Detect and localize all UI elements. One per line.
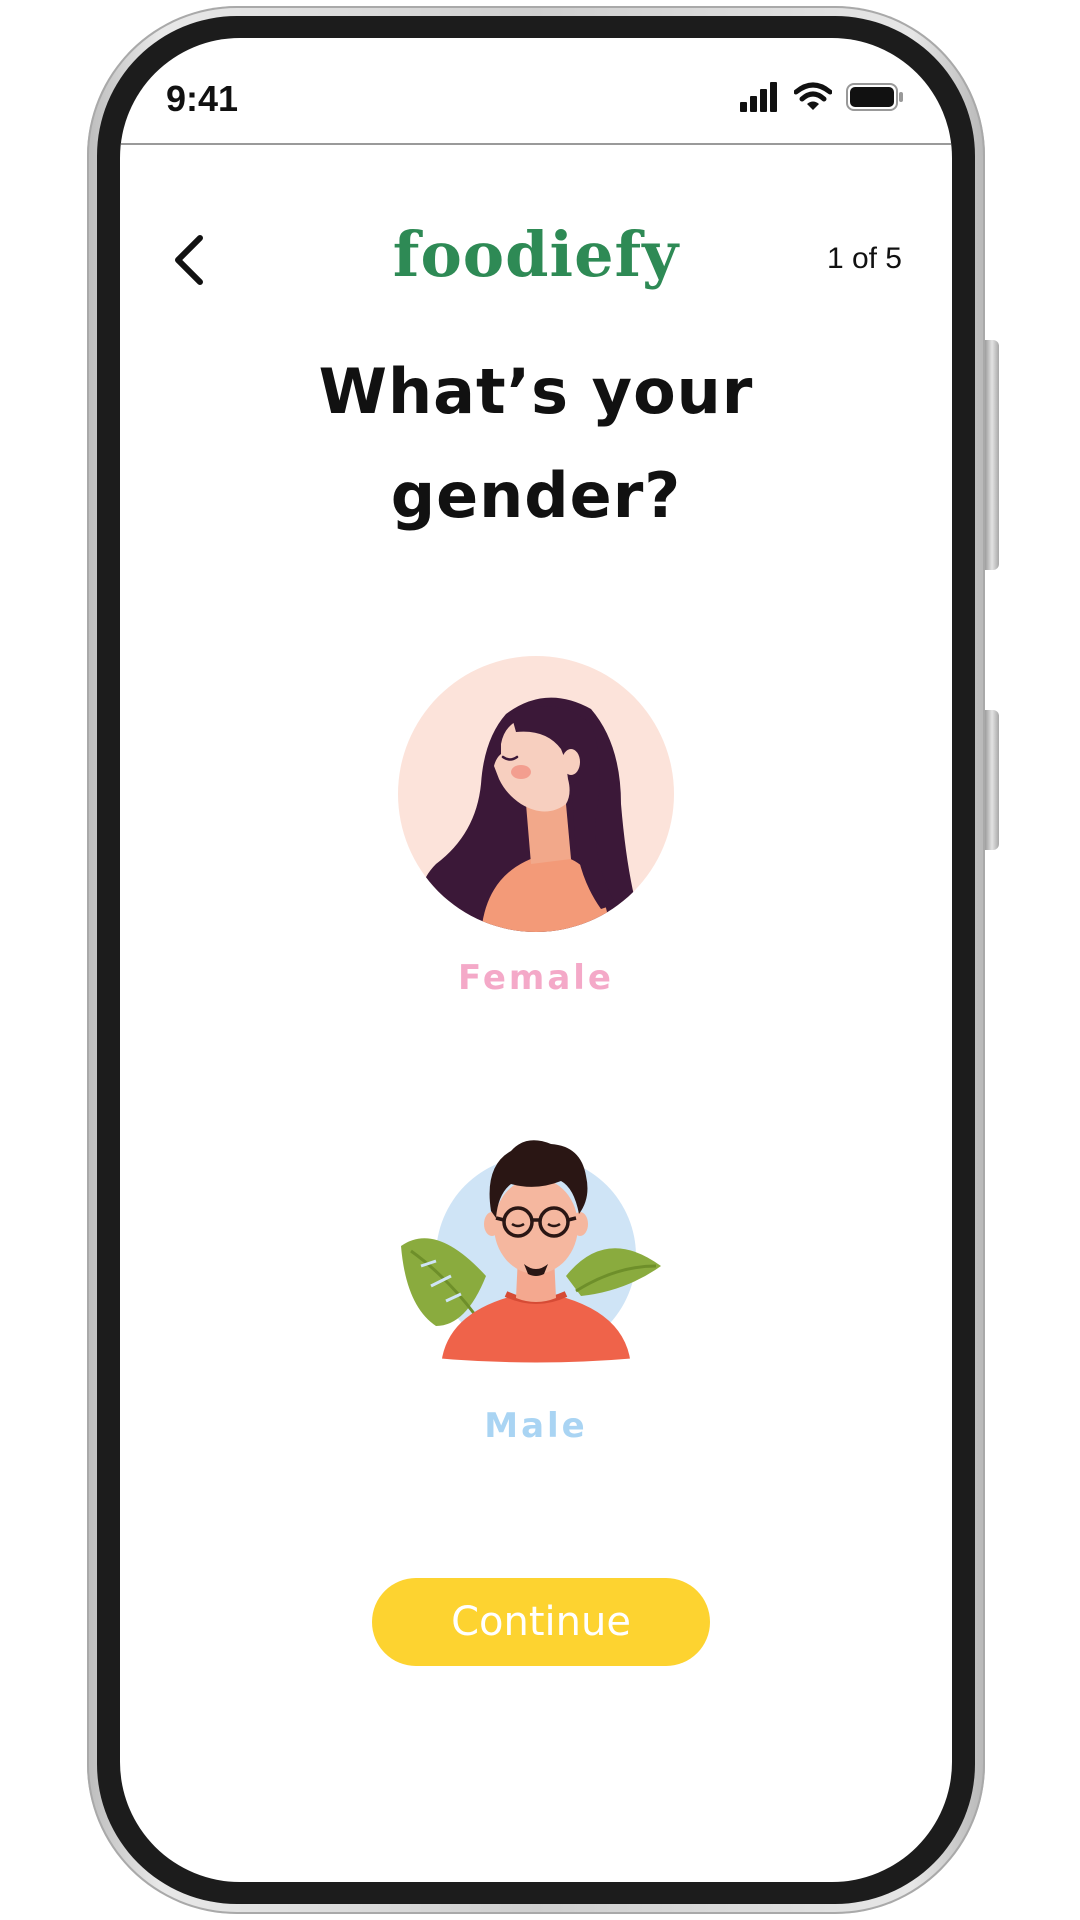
page-title: What’s your gender?: [120, 340, 952, 548]
option-male-label: Male: [484, 1406, 588, 1446]
status-time: 9:41: [166, 78, 239, 119]
signal-icon: [740, 82, 777, 112]
female-avatar: [398, 656, 674, 932]
step-indicator: 1 of 5: [826, 242, 902, 275]
option-female-label: Female: [458, 958, 614, 998]
status-icons: [740, 82, 904, 112]
page: 9:41 foodiefy 1 of 5 What’s your gender?…: [0, 0, 1080, 1920]
continue-button[interactable]: Continue: [372, 1578, 710, 1666]
male-avatar: [401, 1140, 661, 1363]
status-bar: 9:41: [120, 38, 952, 145]
option-male[interactable]: Male: [120, 1126, 952, 1446]
screen: 9:41 foodiefy 1 of 5 What’s your gender?…: [120, 38, 952, 1882]
option-female[interactable]: Female: [120, 654, 952, 998]
battery-icon: [846, 83, 903, 111]
wifi-icon: [794, 82, 832, 110]
power-button: [985, 710, 999, 850]
title-line-2: gender?: [390, 459, 682, 532]
title-line-1: What’s your: [318, 355, 754, 428]
volume-button: [985, 340, 999, 570]
